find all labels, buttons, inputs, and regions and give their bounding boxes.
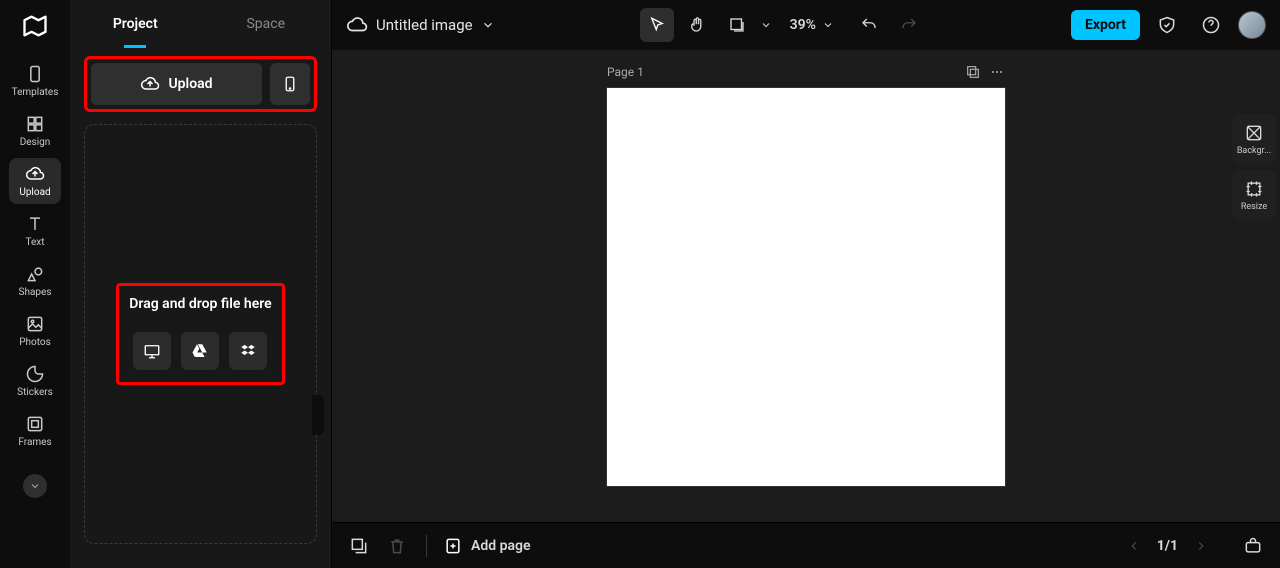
panel-collapse-handle[interactable] [312, 395, 324, 435]
drop-text: Drag and drop file here [129, 296, 271, 312]
cloud-upload-icon [140, 74, 160, 94]
source-computer-button[interactable] [133, 332, 171, 370]
add-page-icon [443, 536, 463, 556]
tab-space[interactable]: Space [201, 0, 332, 48]
hand-tool[interactable] [680, 8, 714, 42]
device-upload-button[interactable] [270, 63, 310, 105]
rail-label: Photos [19, 337, 51, 348]
rail-label: Stickers [17, 387, 53, 398]
duplicate-page-icon[interactable] [965, 64, 981, 80]
add-page-button[interactable]: Add page [443, 536, 530, 556]
rail-label: Text [25, 237, 44, 248]
rail-text[interactable]: Text [9, 208, 61, 254]
background-button[interactable]: Backgr... [1232, 114, 1276, 164]
rail-photos[interactable]: Photos [9, 308, 61, 354]
present-button[interactable] [1240, 533, 1266, 559]
rail-stickers[interactable]: Stickers [9, 358, 61, 404]
canvas-page[interactable] [607, 88, 1005, 486]
rail-frames[interactable]: Frames [9, 408, 61, 454]
source-drive-button[interactable] [181, 332, 219, 370]
rail-label: Design [20, 137, 51, 148]
title-dropdown-icon[interactable] [481, 18, 495, 32]
zoom-level[interactable]: 39% [790, 17, 816, 33]
monitor-icon [143, 342, 161, 360]
upload-dropzone[interactable]: Drag and drop file here [84, 124, 317, 544]
document-title[interactable]: Untitled image [376, 16, 473, 34]
shield-button[interactable] [1150, 8, 1184, 42]
help-button[interactable] [1194, 8, 1228, 42]
rail-label: Upload [19, 187, 50, 198]
tab-project[interactable]: Project [70, 0, 201, 48]
source-dropbox-button[interactable] [229, 332, 267, 370]
redo-button[interactable] [892, 8, 926, 42]
next-page-button[interactable] [1188, 533, 1214, 559]
pointer-tool[interactable] [640, 8, 674, 42]
resize-icon [1244, 179, 1264, 199]
undo-button[interactable] [852, 8, 886, 42]
rail-shapes[interactable]: Shapes [9, 258, 61, 304]
rail-upload[interactable]: Upload [9, 158, 61, 204]
resize-button[interactable]: Resize [1232, 170, 1276, 220]
background-icon [1244, 123, 1264, 143]
page-label: Page 1 [607, 65, 644, 79]
user-avatar[interactable] [1238, 11, 1266, 39]
prev-page-button[interactable] [1121, 533, 1147, 559]
rail-templates[interactable]: Templates [9, 58, 61, 104]
drop-box-highlight: Drag and drop file here [116, 283, 284, 385]
chevron-down-icon[interactable] [760, 19, 772, 31]
layers-button[interactable] [346, 533, 372, 559]
upload-button[interactable]: Upload [91, 63, 262, 105]
rail-design[interactable]: Design [9, 108, 61, 154]
export-button[interactable]: Export [1071, 10, 1140, 40]
rail-collapse-icon[interactable] [23, 474, 47, 498]
google-drive-icon [191, 342, 209, 360]
chevron-down-icon[interactable] [822, 19, 834, 31]
cloud-icon [346, 14, 368, 36]
artboard-tool[interactable] [720, 8, 754, 42]
rail-label: Frames [18, 437, 51, 448]
upload-button-label: Upload [168, 76, 212, 92]
app-logo[interactable] [21, 12, 49, 40]
upload-row-highlight: Upload [84, 56, 317, 112]
delete-page-button[interactable] [384, 533, 410, 559]
rail-label: Templates [12, 87, 59, 98]
dropbox-icon [239, 342, 257, 360]
page-more-icon[interactable] [989, 64, 1005, 80]
phone-icon [281, 75, 299, 93]
page-counter: 1/1 [1157, 538, 1178, 554]
rail-label: Shapes [19, 287, 52, 298]
